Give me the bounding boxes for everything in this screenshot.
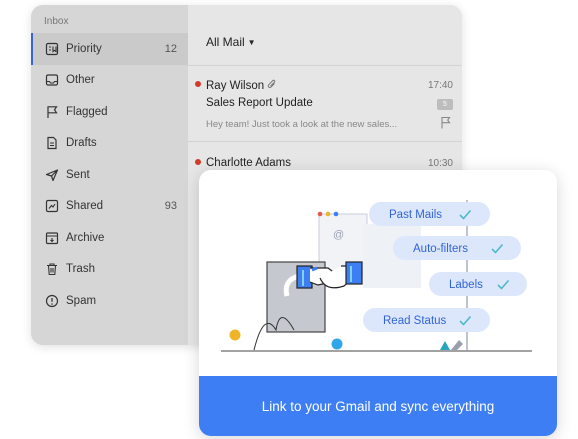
shared-icon	[45, 199, 59, 213]
sidebar-list: Priority 12 Other Flagged Drafts Sent Sh…	[31, 33, 188, 317]
sidebar-item-shared[interactable]: Shared 93	[31, 191, 188, 223]
sidebar-item-sent[interactable]: Sent	[31, 159, 188, 191]
alert-circle-icon	[45, 294, 59, 308]
sidebar-item-drafts[interactable]: Drafts	[31, 128, 188, 160]
feature-pill-labels: Labels	[429, 272, 527, 296]
feature-label: Auto-filters	[413, 243, 468, 255]
shape-icon	[451, 340, 463, 350]
sidebar-item-label: Priority	[66, 42, 102, 55]
list-divider	[188, 141, 462, 142]
feature-pill-read-status: Read Status	[363, 308, 490, 332]
flag-icon	[45, 105, 59, 119]
cta-label: Link to your Gmail and sync everything	[261, 398, 495, 414]
feature-label: Labels	[449, 279, 483, 291]
feature-pill-auto-filters: Auto-filters	[393, 236, 521, 260]
sidebar-item-label: Sent	[66, 168, 90, 181]
feature-label: Read Status	[383, 315, 447, 327]
inbox-tray-icon	[45, 73, 59, 87]
yellow-dot-icon	[229, 329, 241, 341]
mail-preview: Hey team! Just took a look at the new sa…	[206, 119, 398, 130]
sidebar-item-archive[interactable]: Archive	[31, 222, 188, 254]
sidebar-item-label: Shared	[66, 200, 104, 213]
sidebar-item-priority[interactable]: Priority 12	[31, 33, 188, 65]
sidebar-item-label: Trash	[66, 263, 95, 276]
sidebar-item-trash[interactable]: Trash	[31, 254, 188, 286]
sidebar-item-other[interactable]: Other	[31, 65, 188, 97]
mail-filter-label: All Mail	[206, 35, 245, 49]
sidebar: Inbox Priority 12 Other Flagged Drafts S…	[31, 5, 188, 345]
sidebar-header: Inbox	[44, 16, 69, 27]
mail-filter-dropdown[interactable]: All Mail ▼	[206, 35, 256, 49]
sidebar-item-label: Drafts	[66, 137, 97, 150]
unread-dot	[195, 81, 201, 87]
mail-time: 17:40	[427, 80, 453, 91]
feature-label: Past Mails	[389, 209, 442, 221]
promo-card: @ Past Mails Auto-filters Labels Read St…	[199, 170, 557, 436]
document-icon	[45, 136, 59, 150]
triangle-icon	[440, 341, 450, 350]
sidebar-item-label: Archive	[66, 231, 105, 244]
sidebar-item-count: 93	[164, 200, 177, 213]
mail-subject: Sales Report Update	[206, 97, 313, 109]
unread-dot	[195, 159, 201, 165]
link-gmail-button[interactable]: Link to your Gmail and sync everything	[199, 376, 557, 436]
sidebar-item-label: Flagged	[66, 105, 108, 118]
sidebar-item-spam[interactable]: Spam	[31, 285, 188, 317]
trash-icon	[45, 262, 59, 276]
mail-item[interactable]: Ray Wilson 17:40 Sales Report Update 5 H…	[188, 75, 462, 145]
mail-sender: Ray Wilson	[206, 79, 277, 93]
mail-sender: Charlotte Adams	[206, 157, 292, 169]
paper-plane-icon	[45, 168, 59, 182]
handshake-icon	[266, 261, 363, 333]
sidebar-item-label: Spam	[66, 294, 97, 307]
archive-icon	[45, 231, 59, 245]
svg-text:@: @	[333, 229, 344, 241]
caret-down-icon: ▼	[247, 37, 256, 47]
paperclip-icon	[267, 79, 277, 93]
flag-icon[interactable]	[440, 116, 452, 134]
blue-dot-icon	[331, 338, 343, 350]
feature-pill-past-mails: Past Mails	[369, 202, 490, 226]
count-badge: 5	[437, 99, 453, 110]
mail-time: 10:30	[427, 158, 453, 169]
sync-illustration: @ Past Mails Auto-filters Labels Read St…	[221, 200, 532, 352]
list-divider	[188, 65, 462, 66]
sidebar-item-label: Other	[66, 74, 95, 87]
sidebar-item-count: 12	[164, 42, 177, 55]
sidebar-item-flagged[interactable]: Flagged	[31, 96, 188, 128]
priority-icon	[45, 42, 59, 56]
